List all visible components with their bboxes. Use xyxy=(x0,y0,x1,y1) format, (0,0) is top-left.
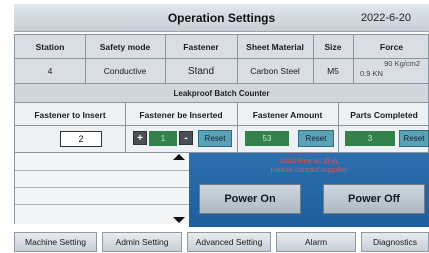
power-on-button[interactable]: Power On xyxy=(199,184,301,214)
info-table: Station Safety mode Fastener Sheet Mater… xyxy=(14,34,429,84)
reset-amount-button[interactable]: Reset xyxy=(298,130,334,147)
value-size[interactable]: M5 xyxy=(313,59,353,83)
fastener-be-inserted-value: 1 xyxy=(149,131,177,146)
alert-line-2: please contact supplier xyxy=(270,165,348,174)
counter-panel: Fastener to Insert Fastener be Inserted … xyxy=(14,103,429,153)
header-force: Force xyxy=(379,41,404,52)
fastener-to-insert-input[interactable]: 2 xyxy=(60,131,102,147)
date-display: 2022-6-20 xyxy=(360,12,411,24)
header-sheet-material: Sheet Material xyxy=(246,41,304,52)
leakproof-batch-counter-banner: Leakproof Batch Counter xyxy=(14,84,429,103)
reset-inserted-button[interactable]: Reset xyxy=(198,130,232,147)
minus-button[interactable]: - xyxy=(179,131,193,145)
nav-admin-setting[interactable]: Admin Setting xyxy=(102,232,182,252)
header-size: Size xyxy=(324,41,342,52)
parts-completed-value: 3 xyxy=(345,131,395,146)
power-panel: Valid time is: @yy please contact suppli… xyxy=(189,153,429,227)
value-safety-mode[interactable]: Conductive xyxy=(85,59,165,83)
header-fastener: Fastener xyxy=(183,41,219,52)
alert-line-1: Valid time is: @yy xyxy=(279,156,339,165)
nav-alarm[interactable]: Alarm xyxy=(276,232,356,252)
force-kgcm2: 90 Kg/cm2 xyxy=(384,59,420,68)
scroll-down-icon[interactable] xyxy=(173,217,185,223)
scroll-up-icon[interactable] xyxy=(173,154,185,160)
value-fastener[interactable]: Stand xyxy=(165,59,237,83)
header-parts-completed: Parts Completed xyxy=(350,110,418,120)
fastener-amount-value: 53 xyxy=(245,131,289,146)
header-fastener-to-insert: Fastener to Insert xyxy=(34,110,106,120)
nav-diagnostics[interactable]: Diagnostics xyxy=(361,232,429,252)
power-off-button[interactable]: Power Off xyxy=(323,184,425,214)
history-list[interactable] xyxy=(14,153,189,224)
title-bar: Operation Settings 2022-6-20 xyxy=(14,4,429,32)
nav-machine-setting[interactable]: Machine Setting xyxy=(14,232,97,252)
header-fastener-be-inserted: Fastener be Inserted xyxy=(139,110,223,120)
bottom-nav: Machine Setting Admin Setting Advanced S… xyxy=(0,229,429,253)
header-station: Station xyxy=(35,41,65,52)
value-station[interactable]: 4 xyxy=(15,59,85,83)
value-sheet-material[interactable]: Carbon Steel xyxy=(237,59,313,83)
header-safety-mode: Safety mode xyxy=(99,41,151,52)
value-force[interactable]: 90 Kg/cm2 0.9 KN xyxy=(360,59,420,83)
operation-settings-screen: Operation Settings 2022-6-20 Station Saf… xyxy=(0,0,429,253)
force-kn: 0.9 KN xyxy=(360,69,383,78)
nav-advanced-setting[interactable]: Advanced Setting xyxy=(187,232,271,252)
reset-parts-button[interactable]: Reset xyxy=(399,130,429,147)
header-fastener-amount: Fastener Amount xyxy=(252,110,323,120)
plus-button[interactable]: + xyxy=(133,131,147,145)
license-alert: Valid time is: @yy please contact suppli… xyxy=(189,156,429,174)
